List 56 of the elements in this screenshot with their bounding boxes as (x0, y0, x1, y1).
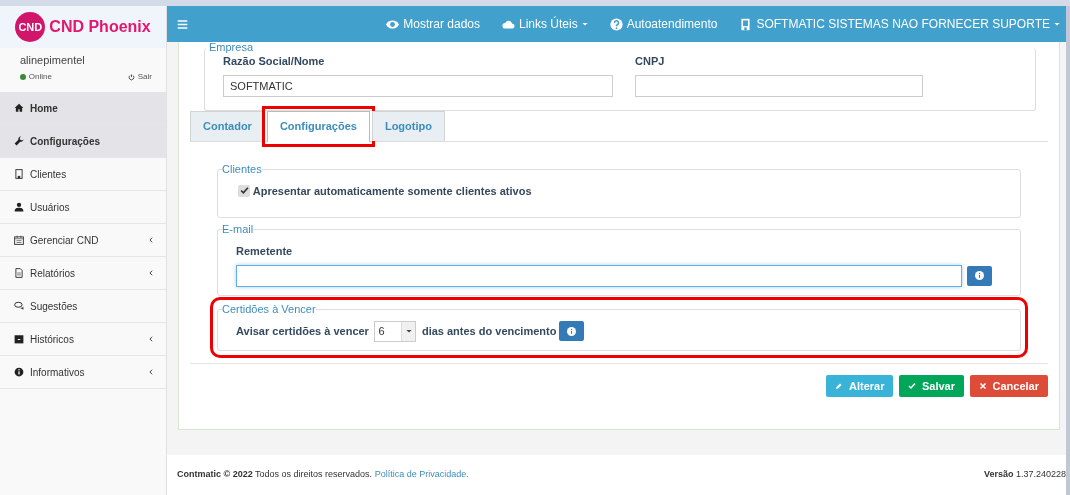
fieldset-legend: Certidões à Vencer (222, 303, 316, 315)
field-label: Avisar certidões à vencer (236, 323, 369, 339)
privacy-link[interactable]: Política de Privacidade. (374, 468, 469, 482)
sidebar-item[interactable]: Históricos (0, 323, 166, 356)
pencil-icon (835, 381, 843, 390)
caret-icon (405, 328, 412, 334)
text-field[interactable]: SOFTMATIC (223, 74, 613, 97)
checkbox[interactable] (238, 184, 250, 197)
select-value: 6 (378, 323, 385, 339)
sidebar-item[interactable]: Gerenciar CND (0, 224, 166, 257)
logout-link[interactable]: Sair (128, 71, 152, 84)
status-text: Online (28, 71, 52, 84)
wrench-icon (14, 136, 24, 146)
archive-icon (14, 334, 24, 344)
home-icon (14, 103, 24, 113)
field-label: dias antes do vencimento (421, 323, 557, 339)
sidebar-item[interactable]: Sugestões (0, 290, 166, 323)
sidebar-item[interactable]: Configurações (0, 125, 166, 158)
building-icon (739, 17, 753, 31)
copyright-text: Contmatic © 2022 Todos os direitos reservados. (177, 468, 373, 482)
info-button[interactable] (559, 321, 585, 341)
close-icon (978, 381, 987, 390)
eye-icon (386, 17, 400, 31)
cancel-button[interactable]: Cancelar (969, 374, 1048, 397)
fieldset-legend: Empresa (209, 42, 254, 53)
user-icon (14, 202, 24, 212)
user-name: alinepimentel (20, 53, 86, 68)
email-field[interactable] (236, 264, 962, 287)
sidebar-item[interactable]: Clientes (0, 158, 166, 191)
sidebar-item[interactable]: Home (0, 92, 166, 125)
sidebar-item[interactable]: Usuários (0, 191, 166, 224)
chat-icon (14, 301, 24, 311)
calendar-icon (14, 235, 24, 245)
field-label: Razão Social/Nome (223, 54, 326, 69)
info-icon (975, 271, 984, 280)
version-text: Versão 1.37.240228 (983, 468, 1066, 482)
info-icon (567, 326, 577, 336)
fieldset-legend: E-mail (222, 224, 254, 235)
sidebar-item[interactable]: Informativos (0, 356, 166, 389)
text-field[interactable] (635, 74, 923, 97)
info-icon (14, 367, 24, 377)
days-select[interactable]: 6 (374, 320, 417, 342)
field-label: Remetente (236, 244, 294, 259)
menu-icon[interactable] (177, 18, 188, 30)
check-icon (908, 381, 916, 390)
power-icon (128, 73, 135, 81)
info-button[interactable] (967, 265, 992, 286)
building-icon (14, 169, 24, 179)
brand-name: CND Phoenix (49, 17, 151, 37)
help-icon (609, 17, 623, 31)
checkbox-label[interactable]: Apresentar automaticamente somente clientes ativos (238, 182, 1010, 199)
document-icon (14, 268, 24, 278)
field-label: CNPJ (635, 54, 666, 69)
fieldset-legend: Clientes (222, 163, 262, 175)
logo-badge: CND (15, 12, 46, 42)
sidebar-item[interactable]: Relatórios (0, 257, 166, 290)
